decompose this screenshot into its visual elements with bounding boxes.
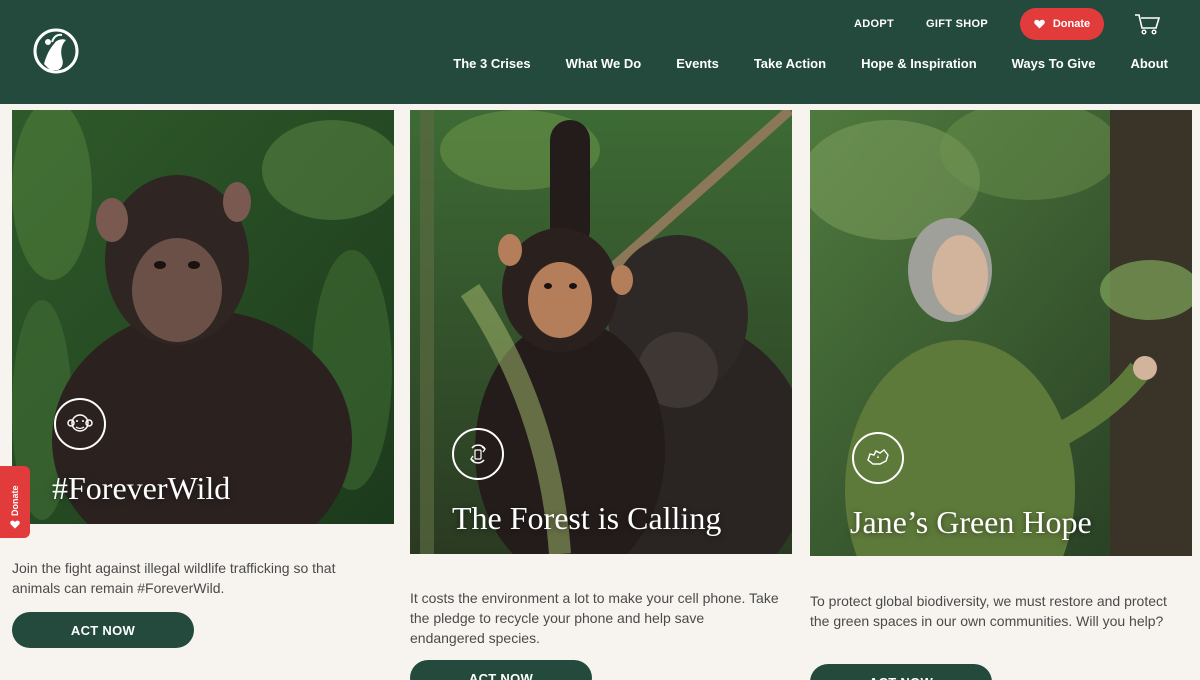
chimpanzee-face-icon [54, 398, 106, 450]
card-image-janes-green-hope[interactable]: Jane’s Green Hope [810, 110, 1192, 556]
utility-nav: ADOPT GIFT SHOP Donate [854, 8, 1160, 40]
card-image-forest-calling[interactable]: The Forest is Calling [410, 110, 792, 554]
heart-icon [1034, 19, 1045, 29]
shopping-cart-icon[interactable] [1134, 13, 1160, 35]
card-image-forever-wild[interactable]: #ForeverWild [12, 110, 394, 524]
gift-shop-link[interactable]: GIFT SHOP [926, 18, 988, 30]
side-donate-tab[interactable]: Donate [0, 466, 30, 538]
card-description: Join the fight against illegal wildlife … [12, 560, 336, 596]
nav-what-we-do[interactable]: What We Do [566, 56, 642, 71]
act-now-button[interactable]: ACT NOW [410, 660, 592, 680]
nav-take-action[interactable]: Take Action [754, 56, 826, 71]
nav-the-3-crises[interactable]: The 3 Crises [453, 56, 530, 71]
nav-about[interactable]: About [1130, 56, 1168, 71]
canada-map-icon [852, 432, 904, 484]
act-now-button[interactable]: ACT NOW [12, 612, 194, 648]
site-header: ADOPT GIFT SHOP Donate The 3 Crises What… [0, 0, 1200, 104]
act-now-button[interactable]: ACT NOW [810, 664, 992, 680]
side-donate-label: Donate [10, 485, 20, 516]
jane-goodall-logo-icon[interactable] [32, 26, 80, 76]
card-title: #ForeverWild [52, 470, 231, 506]
nav-events[interactable]: Events [676, 56, 719, 71]
adopt-link[interactable]: ADOPT [854, 18, 894, 30]
heart-icon [10, 520, 20, 529]
nav-ways-to-give[interactable]: Ways To Give [1012, 56, 1096, 71]
donate-label: Donate [1052, 18, 1091, 30]
card-description: It costs the environment a lot to make y… [410, 590, 779, 646]
recycle-phone-icon [452, 428, 504, 480]
card-title: Jane’s Green Hope [850, 504, 1092, 540]
card-description: To protect global biodiversity, we must … [810, 593, 1167, 629]
card-title: The Forest is Calling [452, 500, 722, 536]
main-nav: The 3 Crises What We Do Events Take Acti… [418, 54, 1168, 72]
donate-button[interactable]: Donate [1020, 8, 1104, 40]
nav-hope-inspiration[interactable]: Hope & Inspiration [861, 56, 977, 71]
